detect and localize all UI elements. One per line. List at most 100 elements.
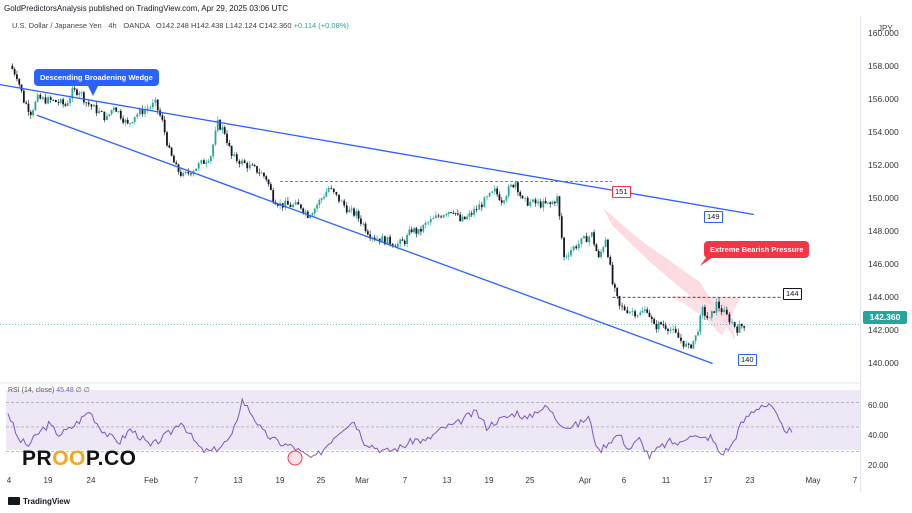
candle-body <box>87 102 90 105</box>
candle-body <box>348 209 351 213</box>
candle-body <box>16 74 18 80</box>
candle-body <box>318 199 321 205</box>
candle-body <box>357 211 360 219</box>
candle-body <box>631 311 634 313</box>
candle-body <box>708 317 711 319</box>
candle-body <box>52 99 55 101</box>
candle-body <box>90 104 93 107</box>
candle-body <box>360 218 362 224</box>
candle-body <box>660 322 662 325</box>
candle-body <box>59 99 62 103</box>
candle-body <box>604 239 607 248</box>
candle-body <box>292 204 295 208</box>
candle-body <box>736 326 739 333</box>
candle-body <box>662 324 665 326</box>
candle-body <box>76 89 78 95</box>
level-151-label[interactable]: 151 <box>612 186 631 198</box>
candle-body <box>667 328 669 332</box>
candle-body <box>246 162 249 169</box>
candle-body <box>166 132 168 146</box>
candle-body <box>287 200 289 205</box>
candle-body <box>618 296 621 306</box>
candle-body <box>466 216 469 220</box>
rsi-value: 45.48 <box>56 387 74 394</box>
candle-body <box>197 163 200 169</box>
candle-body <box>572 246 575 251</box>
candle-body <box>175 162 178 165</box>
candle-body <box>597 251 600 258</box>
candle-body <box>325 191 328 197</box>
time-tick-19: 7 <box>852 476 858 485</box>
candle-body <box>429 219 432 223</box>
candle-body <box>733 322 736 327</box>
candle-body <box>478 204 481 210</box>
candle-body <box>205 162 208 164</box>
candle-body <box>704 307 706 316</box>
candle-body <box>648 312 651 317</box>
candle-body <box>639 312 642 316</box>
candle-body <box>366 231 369 235</box>
candle-body <box>650 316 653 320</box>
candle-body <box>340 200 343 202</box>
candle-body <box>364 223 367 232</box>
proop-watermark-logo: PROOP.CO <box>22 447 137 471</box>
level-149-label[interactable]: 149 <box>704 211 723 223</box>
candle-body <box>435 215 437 218</box>
time-tick-3: Feb <box>144 476 158 485</box>
candle-body <box>512 184 515 188</box>
candle-body <box>108 114 111 116</box>
candle-body <box>103 111 106 120</box>
candle-body <box>697 331 699 336</box>
candle-body <box>542 201 545 208</box>
time-tick-14: 6 <box>621 476 627 485</box>
candle-body <box>643 309 646 311</box>
candle-body <box>445 213 448 216</box>
candle-body <box>694 335 697 341</box>
candle-body <box>450 212 452 213</box>
candle-body <box>514 182 517 188</box>
candle-body <box>442 215 445 218</box>
time-tick-11: 19 <box>484 476 494 485</box>
candle-body <box>258 172 261 174</box>
candle-body <box>500 200 503 203</box>
candle-body <box>616 287 619 297</box>
candle-body <box>39 94 42 99</box>
candle-body <box>269 184 272 191</box>
tradingview-footer[interactable]: TradingView <box>8 497 70 506</box>
candle-body <box>687 343 690 345</box>
candle-body <box>302 208 305 213</box>
candle-body <box>316 204 318 209</box>
pressure-callout[interactable]: Extreme Bearish Pressure <box>704 241 810 258</box>
candle-body <box>226 133 228 143</box>
price-tick-4: 152.000 <box>868 159 899 170</box>
price-tick-8: 144.000 <box>868 292 899 303</box>
candle-body <box>602 247 605 252</box>
candle-body <box>526 197 529 206</box>
candle-body <box>706 315 709 318</box>
candle-body <box>106 115 108 120</box>
candle-body <box>524 197 527 199</box>
candle-body <box>119 110 122 119</box>
candle-body <box>664 325 667 329</box>
candle-body <box>263 172 265 177</box>
candle-body <box>313 208 316 214</box>
candle-body <box>203 160 205 164</box>
level-140-label[interactable]: 140 <box>738 354 757 366</box>
rsi-legend[interactable]: RSI (14, close) 45.48 ∅ ∅ <box>8 386 90 394</box>
candle-body <box>415 228 418 234</box>
watermark-right: P.CO <box>85 447 137 470</box>
candle-body <box>505 196 508 201</box>
candle-body <box>214 130 217 145</box>
candle-body <box>131 122 134 124</box>
candle-body <box>539 201 542 208</box>
wedge-callout[interactable]: Descending Broadening Wedge <box>34 69 159 86</box>
candle-body <box>417 229 420 234</box>
candle-body <box>253 165 256 167</box>
candle-body <box>69 98 71 104</box>
level-144-label[interactable]: 144 <box>783 288 802 300</box>
candle-body <box>241 160 243 165</box>
candle-body <box>32 110 34 116</box>
candle-body <box>338 194 340 202</box>
candle-body <box>267 179 270 185</box>
candle-body <box>376 238 378 240</box>
